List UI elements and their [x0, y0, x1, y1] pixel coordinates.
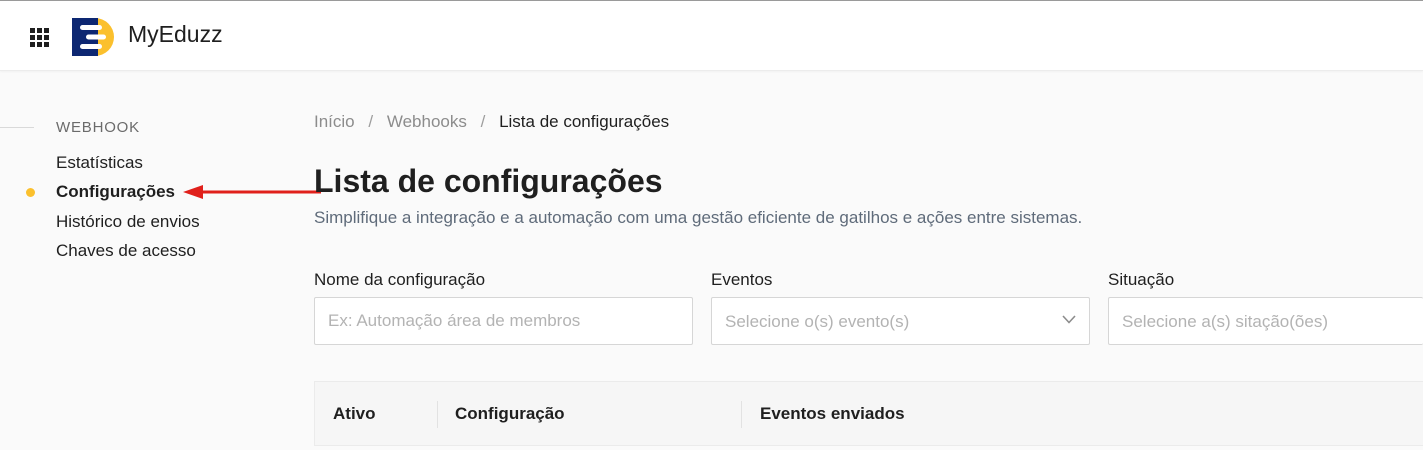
app-name[interactable]: MyEduzz: [128, 21, 223, 48]
annotation-arrow-icon: [183, 185, 321, 199]
column-divider: [741, 401, 742, 428]
name-filter-label: Nome da configuração: [314, 270, 486, 289]
page-title: Lista de configurações: [314, 163, 663, 199]
name-filter-field: [314, 297, 693, 345]
sidebar-section-title: WEBHOOK: [56, 119, 140, 136]
eduzz-logo[interactable]: [70, 15, 114, 59]
sidebar-item-configuracoes[interactable]: Configurações: [56, 182, 175, 202]
name-filter-input[interactable]: [315, 298, 692, 344]
sidebar-item-chaves-acesso[interactable]: Chaves de acesso: [56, 241, 196, 261]
apps-grid-icon[interactable]: [30, 28, 49, 47]
breadcrumb: Início / Webhooks / Lista de configuraçõ…: [314, 112, 669, 132]
status-filter-label: Situação: [1108, 270, 1175, 289]
sidebar-item-estatisticas[interactable]: Estatísticas: [56, 153, 143, 173]
column-header-configuracao[interactable]: Configuração: [455, 404, 565, 424]
sidebar-item-historico-envios[interactable]: Histórico de envios: [56, 212, 200, 232]
breadcrumb-inicio[interactable]: Início: [314, 112, 355, 131]
column-header-eventos-enviados[interactable]: Eventos enviados: [760, 404, 905, 424]
breadcrumb-separator: /: [480, 112, 486, 131]
events-select-placeholder: Selecione o(s) evento(s): [725, 312, 910, 331]
chevron-down-icon: [1062, 315, 1076, 324]
events-select[interactable]: Selecione o(s) evento(s): [711, 297, 1090, 345]
breadcrumb-separator: /: [368, 112, 374, 131]
column-header-ativo[interactable]: Ativo: [333, 404, 376, 424]
top-bar: MyEduzz: [0, 0, 1423, 71]
table-header: Ativo Configuração Eventos enviados: [314, 381, 1423, 446]
status-select[interactable]: Selecione a(s) sitação(ões): [1108, 297, 1423, 345]
status-select-placeholder: Selecione a(s) sitação(ões): [1122, 312, 1328, 331]
sidebar-divider: [0, 127, 34, 128]
page-subtitle: Simplifique a integração e a automação c…: [314, 208, 1083, 227]
events-filter-label: Eventos: [711, 270, 773, 289]
active-indicator-dot: [26, 188, 35, 197]
breadcrumb-webhooks[interactable]: Webhooks: [387, 112, 467, 131]
column-divider: [437, 401, 438, 428]
breadcrumb-current: Lista de configurações: [499, 112, 670, 131]
